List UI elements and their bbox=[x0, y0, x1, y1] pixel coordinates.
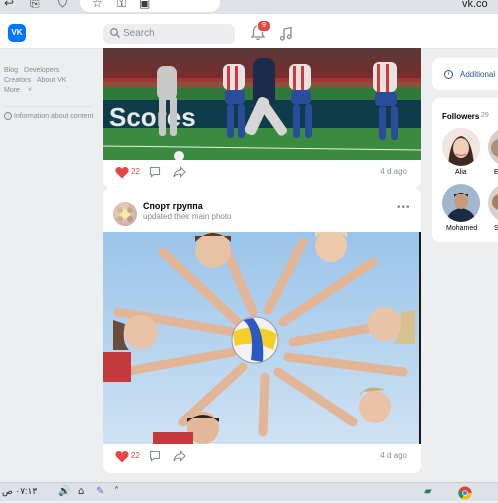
music-icon[interactable] bbox=[278, 26, 294, 42]
volume-icon[interactable]: 🔊 bbox=[58, 486, 70, 497]
follower-avatar[interactable] bbox=[442, 184, 480, 222]
group-name[interactable]: Спорт группа bbox=[143, 201, 203, 211]
group-avatar[interactable] bbox=[113, 202, 137, 226]
search-icon bbox=[110, 28, 120, 38]
page-icon[interactable]: ⎘ bbox=[30, 0, 40, 11]
share-icon[interactable] bbox=[173, 450, 186, 462]
additional-info-link: Additional i bbox=[460, 70, 498, 79]
heart-icon[interactable] bbox=[115, 450, 129, 463]
post-subtitle: updated their main photo bbox=[143, 212, 232, 221]
post-date[interactable]: 4 d ago bbox=[380, 167, 407, 176]
sidebar-links: Blog Developers Creators About VK More ˅ bbox=[4, 66, 94, 96]
divider bbox=[4, 106, 92, 107]
chrome-icon[interactable] bbox=[458, 486, 472, 503]
follower-avatar[interactable] bbox=[488, 184, 498, 222]
shield-icon[interactable]: ⛉ bbox=[58, 0, 67, 11]
chevron-up-icon[interactable]: ˄ bbox=[114, 486, 119, 497]
browser-toolbar: ↩ ⎘ ⛉ ☆ ⚿ ▣ vk.co bbox=[0, 0, 498, 14]
feed-post: Scores 22 4 d ago bbox=[103, 48, 421, 188]
volleyball bbox=[231, 316, 279, 364]
comment-icon[interactable] bbox=[149, 166, 161, 178]
app-icon[interactable]: ▰ bbox=[424, 486, 432, 497]
os-taskbar: ٠٧:١٣ ص 🔊 ⌂ ✎ ˄ ▰ bbox=[0, 482, 498, 501]
clock[interactable]: ٠٧:١٣ ص bbox=[2, 486, 37, 497]
post-photo[interactable] bbox=[103, 232, 421, 444]
content-info-link[interactable]: i Information about content bbox=[4, 112, 93, 120]
like-count: 22 bbox=[131, 167, 140, 176]
chevron-down-icon: ˅ bbox=[27, 87, 32, 94]
back-icon[interactable]: ↩ bbox=[4, 0, 14, 10]
sidebar-link-more[interactable]: More ˅ bbox=[4, 87, 38, 94]
heart-icon[interactable] bbox=[115, 166, 129, 179]
follower-name[interactable]: E bbox=[494, 169, 498, 176]
followers-title[interactable]: Followers bbox=[442, 112, 479, 121]
sidebar-link-developers[interactable]: Developers bbox=[24, 67, 59, 74]
post-actions: 22 4 d ago bbox=[115, 165, 415, 181]
more-options-icon[interactable]: ••• bbox=[397, 202, 411, 213]
key-icon[interactable]: ⚿ bbox=[117, 0, 126, 11]
post-date[interactable]: 4 d ago bbox=[380, 451, 407, 460]
followers-count: 29 bbox=[481, 112, 489, 119]
share-icon[interactable] bbox=[173, 166, 186, 178]
follower-name[interactable]: S bbox=[494, 225, 498, 232]
top-nav: VK Search 9 bbox=[0, 14, 498, 49]
follower-name[interactable]: Mohamed bbox=[446, 225, 477, 232]
feed-post: Спорт группа updated their main photo ••… bbox=[103, 188, 421, 473]
content-info-label: Information about content bbox=[14, 112, 94, 120]
info-icon: i bbox=[4, 112, 12, 120]
notifications-button[interactable]: 9 bbox=[250, 20, 271, 44]
post-actions: 22 4 d ago bbox=[115, 449, 415, 465]
banner-text: Scores bbox=[109, 102, 196, 132]
vk-logo[interactable]: VK bbox=[8, 24, 26, 42]
additional-info-card[interactable]: i Additional i bbox=[432, 58, 498, 90]
post-photo[interactable]: Scores bbox=[103, 48, 421, 160]
search-input[interactable]: Search bbox=[103, 24, 235, 44]
sidebar-link-blog[interactable]: Blog bbox=[4, 67, 18, 74]
network-icon[interactable]: ⌂ bbox=[78, 486, 84, 497]
extension-icon[interactable]: ▣ bbox=[139, 0, 150, 10]
follower-avatar[interactable] bbox=[488, 128, 498, 166]
info-icon: i bbox=[444, 70, 453, 79]
search-placeholder: Search bbox=[123, 28, 155, 39]
followers-card: Followers 29 Alia E Mohamed S bbox=[432, 98, 498, 242]
url-text[interactable]: vk.co bbox=[462, 0, 488, 10]
sidebar-link-creators[interactable]: Creators bbox=[4, 77, 31, 84]
follower-name[interactable]: Alia bbox=[455, 169, 467, 176]
notification-badge: 9 bbox=[257, 20, 271, 32]
comment-icon[interactable] bbox=[149, 450, 161, 462]
like-count: 22 bbox=[131, 451, 140, 460]
sidebar-link-about[interactable]: About VK bbox=[37, 77, 67, 84]
pen-icon[interactable]: ✎ bbox=[96, 486, 104, 497]
star-icon[interactable]: ☆ bbox=[92, 0, 103, 10]
follower-avatar[interactable] bbox=[442, 128, 480, 166]
